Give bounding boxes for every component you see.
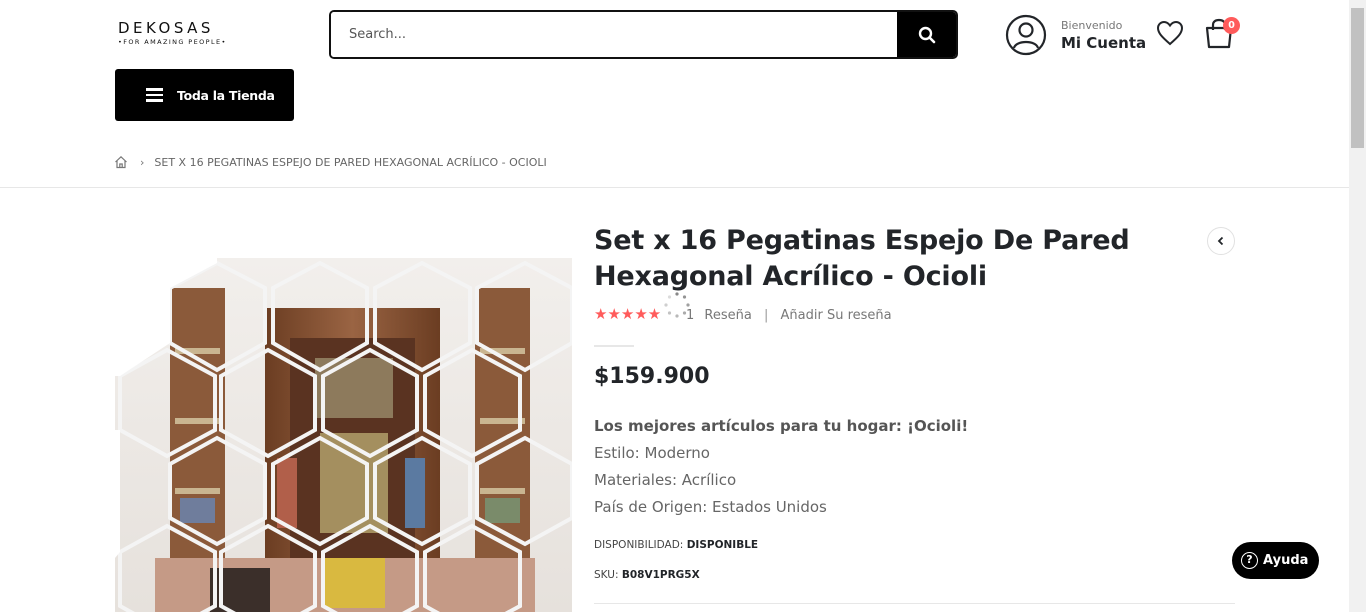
review-line: 1 Reseña | Añadir Su reseña bbox=[686, 308, 892, 323]
availability: DISPONIBILIDAD: DISPONIBLE bbox=[594, 539, 758, 551]
help-label: Ayuda bbox=[1263, 553, 1309, 568]
review-separator: | bbox=[764, 308, 769, 323]
menu-label: Toda la Tienda bbox=[177, 87, 275, 103]
chevron-left-icon bbox=[1217, 236, 1224, 246]
logo-tagline: •FOR AMAZING PEOPLE• bbox=[118, 38, 227, 46]
divider bbox=[594, 345, 634, 347]
search-icon bbox=[918, 26, 935, 43]
cart-count-badge: 0 bbox=[1223, 17, 1240, 34]
search-input[interactable] bbox=[331, 12, 897, 57]
home-icon[interactable] bbox=[114, 155, 128, 169]
description-headline: Los mejores artículos para tu hogar: ¡Oc… bbox=[594, 417, 969, 435]
all-store-menu-button[interactable]: Toda la Tienda bbox=[115, 69, 294, 121]
breadcrumb: › SET X 16 PEGATINAS ESPEJO DE PARED HEX… bbox=[114, 152, 547, 172]
search-bar bbox=[329, 10, 958, 59]
heart-icon[interactable] bbox=[1156, 20, 1184, 46]
site-header: DEKOSAS •FOR AMAZING PEOPLE• Bienvenido … bbox=[0, 0, 1349, 130]
description-line: País de Origen: Estados Unidos bbox=[594, 498, 827, 516]
breadcrumb-current: SET X 16 PEGATINAS ESPEJO DE PARED HEXAG… bbox=[154, 155, 547, 169]
divider bbox=[0, 187, 1349, 188]
review-link[interactable]: Reseña bbox=[704, 308, 751, 323]
my-account-label: Mi Cuenta bbox=[1061, 34, 1147, 52]
rating-stars: ★★★★★ bbox=[594, 305, 662, 323]
description-line: Materiales: Acrílico bbox=[594, 471, 737, 489]
user-icon bbox=[1005, 14, 1047, 56]
welcome-text: Bienvenido bbox=[1061, 19, 1123, 32]
search-button[interactable] bbox=[897, 12, 956, 57]
breadcrumb-separator-icon: › bbox=[140, 155, 145, 169]
sku-value: B08V1PRG5X bbox=[621, 569, 700, 581]
product-description: Los mejores artículos para tu hogar: ¡Oc… bbox=[594, 413, 968, 521]
help-button[interactable]: ? Ayuda bbox=[1232, 542, 1319, 579]
add-review-link[interactable]: Añadir Su reseña bbox=[781, 308, 892, 323]
sku-label: SKU: bbox=[594, 569, 619, 581]
product-title: Set x 16 Pegatinas Espejo De Pared Hexag… bbox=[594, 225, 1130, 292]
logo-text: DEKOSAS bbox=[118, 19, 214, 37]
product-image[interactable] bbox=[115, 258, 572, 612]
availability-label: DISPONIBILIDAD: bbox=[594, 539, 684, 551]
account-link[interactable]: Bienvenido Mi Cuenta bbox=[1005, 14, 1147, 56]
review-count: 1 bbox=[686, 308, 695, 323]
hexagon-mirror-picture bbox=[115, 258, 572, 612]
description-line: Estilo: Moderno bbox=[594, 444, 710, 462]
scrollbar-thumb[interactable] bbox=[1351, 8, 1364, 148]
product-price: $159.900 bbox=[594, 364, 710, 389]
hamburger-icon bbox=[146, 88, 163, 102]
logo[interactable]: DEKOSAS •FOR AMAZING PEOPLE• bbox=[118, 19, 238, 49]
availability-value: DISPONIBLE bbox=[686, 539, 759, 551]
divider bbox=[594, 603, 1235, 604]
sku: SKU: B08V1PRG5X bbox=[594, 569, 700, 581]
previous-product-button[interactable] bbox=[1207, 227, 1235, 255]
question-icon: ? bbox=[1241, 552, 1258, 569]
